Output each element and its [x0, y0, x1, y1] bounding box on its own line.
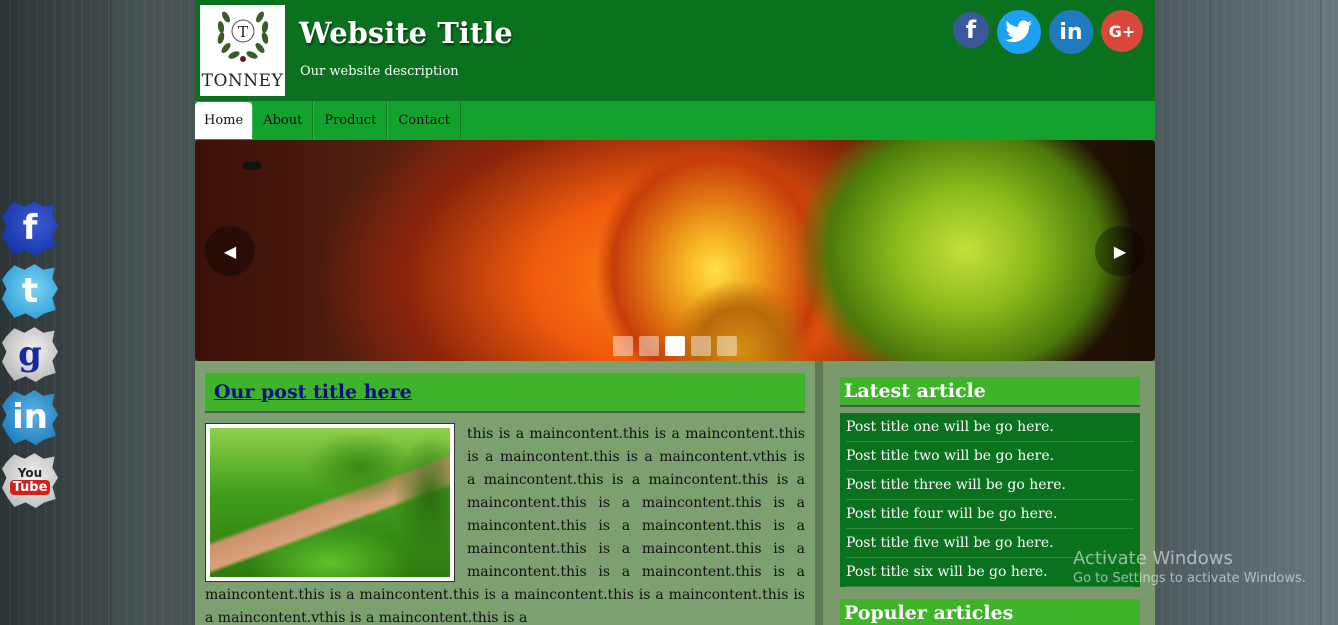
list-item[interactable]: Post title three will be go here.	[846, 471, 1134, 500]
twitter-bird-icon	[1005, 20, 1032, 43]
site-header: T TONNEY Website Title Our website descr…	[195, 0, 1155, 101]
main-content: Our post title here this is a mainconten…	[195, 361, 815, 625]
column-divider	[815, 361, 823, 625]
content-area: Our post title here this is a mainconten…	[195, 361, 1155, 625]
slider-pagination	[613, 336, 737, 356]
logo-letter: T	[237, 23, 247, 41]
nav-product[interactable]: Product	[313, 102, 388, 139]
sidebar: Latest article Post title one will be go…	[840, 377, 1140, 625]
page-wrapper: T TONNEY Website Title Our website descr…	[195, 0, 1155, 625]
slider-dot-1[interactable]	[613, 336, 633, 356]
youtube-icon[interactable]: You Tube	[2, 453, 58, 508]
list-item[interactable]: Post title four will be go here.	[846, 500, 1134, 529]
google-plus-glyph: G+	[1108, 21, 1136, 41]
twitter-icon[interactable]: t	[2, 264, 58, 319]
slider-dot-2[interactable]	[639, 336, 659, 356]
facebook-icon[interactable]: f	[953, 12, 989, 48]
slide-caption-pill	[243, 162, 261, 170]
nav-contact[interactable]: Contact	[387, 102, 461, 139]
post-title-bar: Our post title here	[205, 373, 805, 413]
twitter-glyph: t	[21, 271, 39, 311]
watermark-title: Activate Windows	[1073, 548, 1233, 569]
logo-name: TONNEY	[201, 71, 284, 91]
chevron-left-icon: ◀	[223, 241, 237, 261]
linkedin-icon[interactable]: in	[2, 390, 58, 445]
park-image	[210, 428, 450, 577]
site-title[interactable]: Website Title	[299, 16, 513, 50]
nav-about[interactable]: About	[252, 102, 314, 139]
google-plus-icon[interactable]: G+	[1101, 10, 1143, 52]
image-slider: ◀ ▶	[195, 140, 1155, 361]
linkedin-glyph: in	[1059, 19, 1083, 45]
windows-activation-watermark: Activate Windows Go to Settings to activ…	[1073, 548, 1306, 586]
slider-dot-5[interactable]	[717, 336, 737, 356]
floating-social-bar: f t g in You Tube	[2, 200, 62, 515]
google-glyph: g	[18, 334, 42, 374]
slider-dot-3[interactable]	[665, 336, 685, 356]
slider-prev-button[interactable]: ◀	[205, 226, 255, 276]
site-description: Our website description	[300, 64, 459, 79]
youtube-bottom-text: Tube	[9, 479, 51, 495]
facebook-glyph: f	[22, 208, 38, 248]
watermark-subtitle: Go to Settings to activate Windows.	[1073, 571, 1306, 586]
linkedin-glyph: in	[12, 397, 48, 437]
list-item[interactable]: Post title two will be go here.	[846, 442, 1134, 471]
slider-next-button[interactable]: ▶	[1095, 226, 1145, 276]
header-social-links: f in G+	[953, 10, 1143, 54]
nav-home[interactable]: Home	[195, 102, 253, 139]
main-nav: Home About Product Contact	[195, 101, 1155, 140]
facebook-glyph: f	[965, 16, 977, 44]
post-image	[205, 423, 455, 582]
list-item[interactable]: Post title one will be go here.	[846, 413, 1134, 442]
youtube-logo: You Tube	[9, 465, 51, 495]
latest-article-heading: Latest article	[840, 377, 1140, 407]
slider-dot-4[interactable]	[691, 336, 711, 356]
google-icon[interactable]: g	[2, 327, 58, 382]
site-logo[interactable]: T TONNEY	[200, 5, 285, 96]
popular-articles-heading: Populer articles	[840, 599, 1140, 625]
chevron-right-icon: ▶	[1113, 241, 1127, 261]
post-title-link[interactable]: Our post title here	[214, 381, 412, 403]
youtube-top-text: You	[17, 465, 43, 480]
facebook-icon[interactable]: f	[2, 201, 58, 256]
wreath-icon: T	[217, 11, 268, 62]
linkedin-icon[interactable]: in	[1049, 10, 1093, 54]
twitter-icon[interactable]	[997, 10, 1041, 54]
